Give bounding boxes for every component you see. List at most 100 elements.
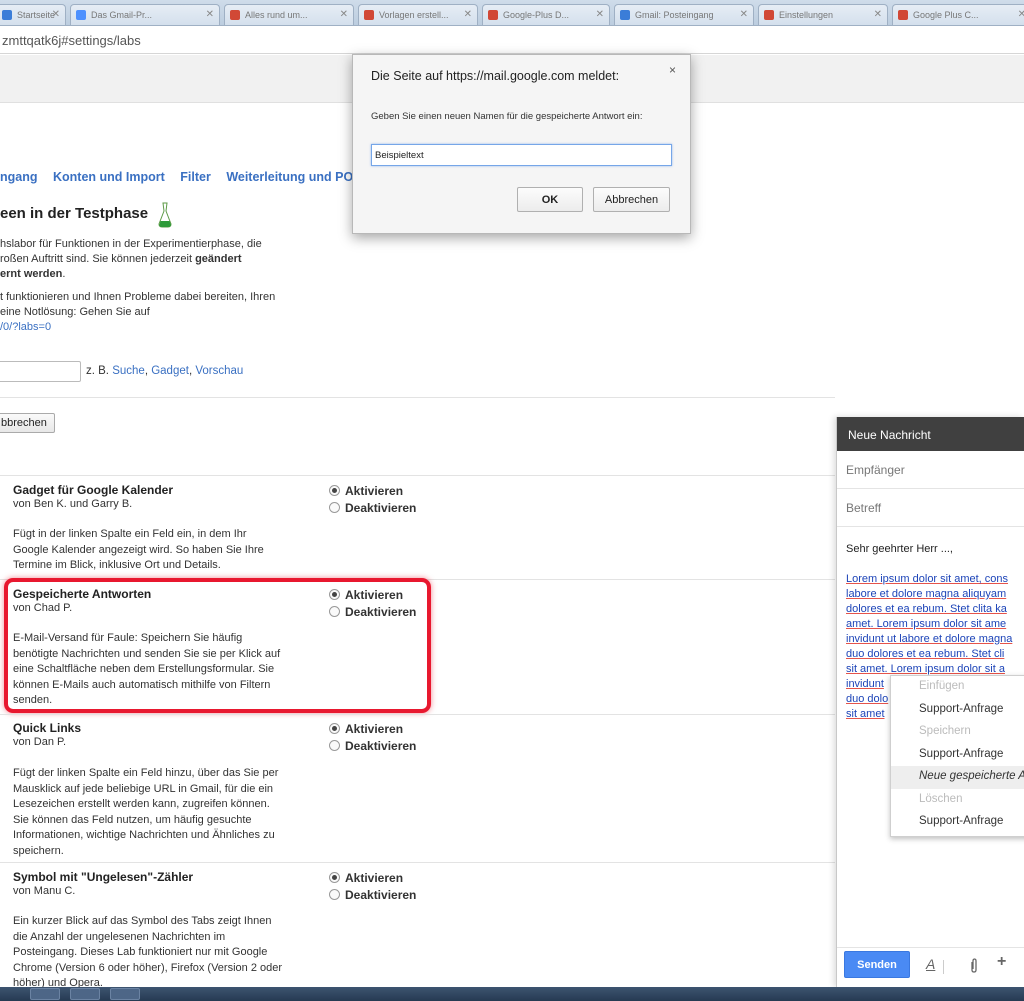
dialog-title: Die Seite auf https://mail.google.com me…: [371, 69, 620, 83]
compose-title[interactable]: Neue Nachricht: [837, 417, 1024, 451]
ok-button[interactable]: OK: [517, 187, 583, 212]
address-bar[interactable]: zmttqatk6j#settings/labs: [0, 27, 1024, 54]
close-icon[interactable]: ×: [669, 63, 676, 77]
send-button[interactable]: Senden: [844, 951, 910, 978]
intro-text: t funktionieren und Ihnen Probleme dabei…: [0, 291, 276, 303]
labs-flask-icon: [158, 202, 172, 228]
radio-empty-icon[interactable]: [329, 740, 340, 751]
close-icon[interactable]: ✕: [340, 9, 348, 20]
close-icon[interactable]: ✕: [1018, 9, 1024, 20]
example-link[interactable]: Suche: [112, 365, 145, 377]
tab-favicon-icon: [620, 10, 630, 20]
lab-item: Quick Links von Dan P. Fügt der linken S…: [0, 721, 835, 861]
example-link[interactable]: Vorschau: [195, 365, 243, 377]
menu-item-insert[interactable]: Support-Anfrage: [891, 699, 1024, 722]
lab-author: von Ben K. und Garry B.: [13, 498, 133, 510]
lab-item: Symbol mit "Ungelesen"-Zähler von Manu C…: [0, 870, 835, 987]
activate-radio[interactable]: Aktivieren: [329, 871, 403, 885]
recipient-field[interactable]: Empfänger: [837, 451, 1024, 489]
intro-text: roßen Auftritt sind. Sie können jederzei…: [0, 253, 242, 265]
compose-window: Neue Nachricht Empfänger Betreff Sehr ge…: [836, 417, 1024, 987]
canned-responses-menu: Einfügen Support-Anfrage Speichern Suppo…: [890, 675, 1024, 837]
deactivate-radio[interactable]: Deaktivieren: [329, 888, 416, 902]
taskbar-app-icon[interactable]: [30, 988, 60, 1000]
browser-tab[interactable]: Das Gmail-Pr... ✕: [70, 4, 220, 25]
prompt-dialog: Die Seite auf https://mail.google.com me…: [352, 54, 691, 234]
taskbar-app-icon[interactable]: [110, 988, 140, 1000]
tab-accounts[interactable]: Konten und Import: [53, 170, 165, 184]
radio-selected-icon[interactable]: [329, 872, 340, 883]
close-icon[interactable]: ✕: [874, 9, 882, 20]
intro-text: hslabor für Funktionen in der Experiment…: [0, 238, 262, 250]
cancel-button[interactable]: Abbrechen: [593, 187, 670, 212]
lab-description: Ein kurzer Blick auf das Symbol des Tabs…: [13, 915, 283, 987]
taskbar-app-icon[interactable]: [70, 988, 100, 1000]
menu-item-new-canned-response[interactable]: Neue gespeicherte Antwort...: [891, 766, 1024, 789]
tab-favicon-icon: [364, 10, 374, 20]
tab-favicon-icon: [2, 10, 12, 20]
deactivate-radio[interactable]: Deaktivieren: [329, 739, 416, 753]
subject-field[interactable]: Betreff: [837, 489, 1024, 527]
deactivate-radio[interactable]: Deaktivieren: [329, 501, 416, 515]
response-name-input[interactable]: Beispieltext: [371, 144, 672, 166]
tab-favicon-icon: [764, 10, 774, 20]
activate-radio[interactable]: Aktivieren: [329, 484, 403, 498]
close-icon[interactable]: ✕: [52, 9, 60, 20]
disable-labs-link[interactable]: /0/?labs=0: [0, 320, 51, 335]
activate-radio[interactable]: Aktivieren: [329, 722, 403, 736]
tab-favicon-icon: [898, 10, 908, 20]
browser-tab[interactable]: Gmail: Posteingang ✕: [614, 4, 754, 25]
lab-author: von Dan P.: [13, 736, 67, 748]
radio-selected-icon[interactable]: [329, 723, 340, 734]
lab-description: Fügt der linken Spalte ein Feld hinzu, ü…: [13, 767, 279, 857]
radio-empty-icon[interactable]: [329, 889, 340, 900]
cancel-button[interactable]: bbrechen: [0, 413, 55, 433]
page-title: een in der Testphase: [0, 205, 149, 222]
menu-item-save[interactable]: Support-Anfrage: [891, 744, 1024, 767]
radio-empty-icon[interactable]: [329, 502, 340, 513]
browser-tab[interactable]: Startseite ✕: [0, 4, 66, 25]
divider: [0, 862, 835, 863]
example-link[interactable]: Gadget: [151, 365, 189, 377]
lab-title: Symbol mit "Ungelesen"-Zähler: [13, 870, 194, 884]
tab-inbox[interactable]: ngang: [0, 170, 38, 184]
browser-tab-strip: Startseite ✕ Das Gmail-Pr... ✕ Alles rund …: [0, 0, 1024, 26]
tab-forwarding[interactable]: Weiterleitung und POP: [226, 170, 361, 184]
url-text[interactable]: zmttqatk6j#settings/labs: [2, 33, 141, 48]
tab-filters[interactable]: Filter: [180, 170, 211, 184]
more-options-icon[interactable]: +: [997, 953, 1006, 971]
browser-tab[interactable]: Einstellungen ✕: [758, 4, 888, 25]
toolbar-divider: [943, 960, 944, 974]
taskbar: [0, 987, 1024, 1001]
lab-title: Gadget für Google Kalender: [13, 483, 174, 497]
lab-description: Fügt in der linken Spalte ein Feld ein, …: [13, 528, 264, 571]
formatting-icon[interactable]: A: [926, 956, 935, 972]
highlight-frame: [4, 578, 431, 713]
browser-tab[interactable]: Google Plus C...✕: [892, 4, 1024, 25]
compose-footer: Senden A +: [837, 947, 1024, 987]
attachment-icon[interactable]: [969, 958, 979, 974]
browser-tab[interactable]: Google-Plus D... ✕: [482, 4, 610, 25]
close-icon[interactable]: ✕: [740, 9, 748, 20]
close-icon[interactable]: ✕: [206, 9, 214, 20]
search-examples: z. B. Suche, Gadget, Vorschau: [86, 365, 244, 377]
radio-selected-icon[interactable]: [329, 485, 340, 496]
divider: [0, 475, 835, 476]
dialog-message: Geben Sie einen neuen Namen für die gesp…: [371, 111, 643, 122]
labs-search-input[interactable]: [0, 361, 81, 382]
settings-tabs: ngang Konten und Import Filter Weiterlei…: [0, 170, 374, 184]
menu-item-delete[interactable]: Support-Anfrage: [891, 811, 1024, 834]
lab-title: Quick Links: [13, 721, 82, 735]
intro-text: eine Notlösung: Gehen Sie auf: [0, 306, 150, 318]
close-icon[interactable]: ✕: [464, 9, 472, 20]
divider: [0, 714, 835, 715]
lab-item: Gadget für Google Kalender von Ben K. un…: [0, 483, 835, 578]
close-icon[interactable]: ✕: [596, 9, 604, 20]
tab-favicon-icon: [230, 10, 240, 20]
browser-tab[interactable]: Vorlagen erstell... ✕: [358, 4, 478, 25]
browser-tab[interactable]: Alles rund um... ✕: [224, 4, 354, 25]
intro-text: ernt werden.: [0, 268, 66, 280]
tab-favicon-icon: [488, 10, 498, 20]
tab-favicon-icon: [76, 10, 86, 20]
menu-item-delete-header: Löschen: [919, 792, 963, 805]
